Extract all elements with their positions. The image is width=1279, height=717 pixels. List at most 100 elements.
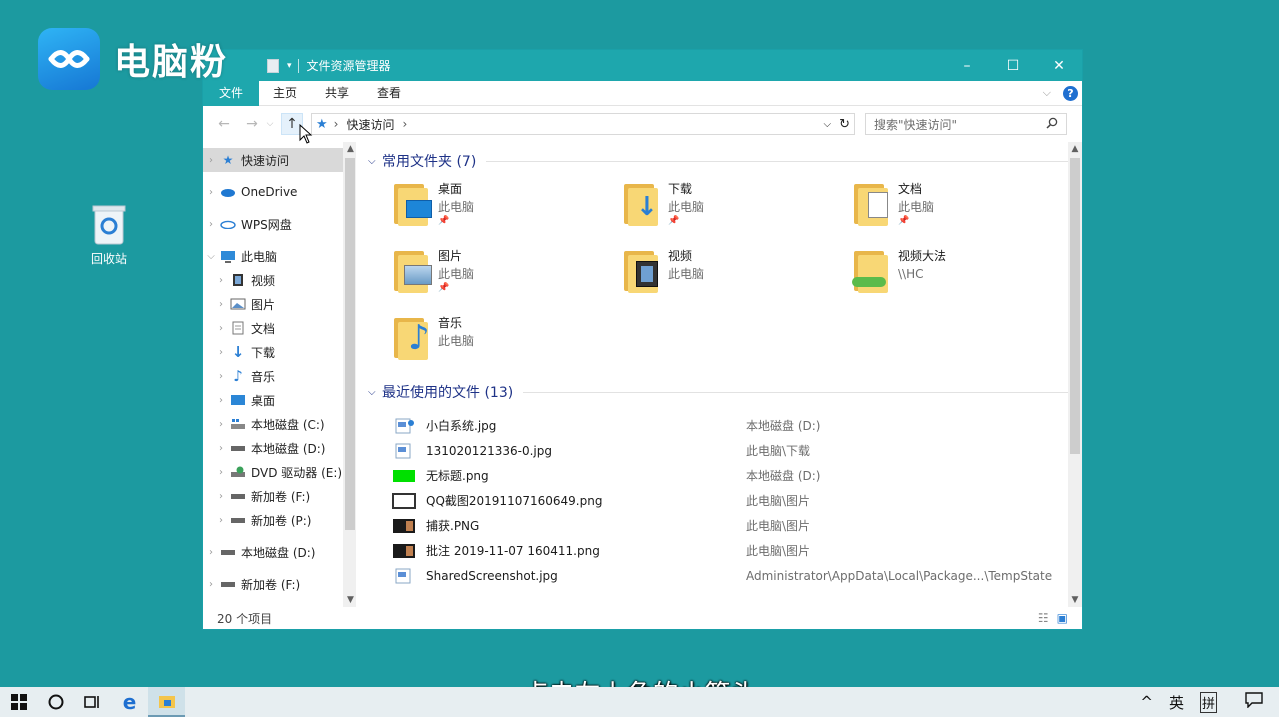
- pin-icon: 📌: [898, 216, 910, 226]
- drive-icon: [229, 489, 247, 503]
- recent-files-header[interactable]: ⌵ 最近使用的文件 (13): [368, 381, 1082, 403]
- task-view-button[interactable]: [74, 687, 111, 717]
- sidebar-item-pictures[interactable]: › 图片: [203, 292, 343, 316]
- recent-file-row[interactable]: 131020121336-0.jpg 此电脑\下载: [392, 438, 1082, 463]
- search-icon[interactable]: [1046, 117, 1058, 132]
- recycle-bin-shortcut[interactable]: 回收站: [80, 202, 138, 267]
- sidebar-scrollbar[interactable]: ▲ ▼: [343, 142, 356, 607]
- collapse-chevron-icon[interactable]: ⌵: [368, 387, 382, 398]
- address-separator-trailing[interactable]: ›: [402, 117, 407, 131]
- scroll-down-icon[interactable]: ▼: [1068, 595, 1082, 605]
- jpg-file-icon: [392, 443, 416, 459]
- green-image-thumb: [392, 468, 416, 484]
- drive-c-icon: [229, 417, 247, 431]
- sidebar-scroll-thumb[interactable]: [345, 158, 356, 530]
- tab-share[interactable]: 共享: [311, 81, 363, 106]
- download-folder-icon: ↓: [622, 180, 666, 228]
- customize-toolbar-chevron-icon[interactable]: ▾: [287, 61, 292, 71]
- content-scroll-thumb[interactable]: [1070, 158, 1080, 454]
- sidebar-item-desktop[interactable]: › 桌面: [203, 388, 343, 412]
- address-path[interactable]: 快速访问: [346, 116, 394, 133]
- notification-center-icon[interactable]: [1245, 692, 1263, 712]
- title-bar: ▾ 文件资源管理器 – ☐ ✕: [203, 50, 1082, 81]
- window-controls: – ☐ ✕: [944, 50, 1082, 81]
- scroll-up-icon[interactable]: ▲: [1068, 144, 1082, 154]
- search-button[interactable]: [37, 687, 74, 717]
- maximize-button[interactable]: ☐: [990, 50, 1036, 81]
- large-icons-view-icon[interactable]: ▣: [1057, 611, 1068, 625]
- details-view-icon[interactable]: ☷: [1038, 611, 1049, 625]
- video-icon: [229, 273, 247, 287]
- sidebar-item-volume-f-root[interactable]: › 新加卷 (F:): [203, 572, 343, 596]
- search-input[interactable]: 搜索"快速访问": [874, 116, 957, 133]
- sidebar-item-this-pc[interactable]: ⌵ 此电脑: [203, 244, 343, 268]
- sidebar-item-volume-f[interactable]: › 新加卷 (F:): [203, 484, 343, 508]
- edge-browser-button[interactable]: e: [111, 687, 148, 717]
- folder-tile-pictures[interactable]: 图片 此电脑 📌: [392, 247, 622, 314]
- properties-icon[interactable]: [267, 58, 279, 73]
- forward-arrow-icon[interactable]: →: [241, 116, 263, 132]
- recycle-bin-label: 回收站: [90, 252, 127, 266]
- taskbar: e ^ 英 拼: [0, 687, 1279, 717]
- folder-tile-documents[interactable]: 文档 此电脑 📌: [852, 180, 1082, 247]
- start-button[interactable]: [0, 687, 37, 717]
- expand-ribbon-chevron-icon[interactable]: ⌵: [1043, 86, 1051, 100]
- window-title: 文件资源管理器: [306, 59, 391, 73]
- close-button[interactable]: ✕: [1036, 50, 1082, 81]
- collapse-chevron-icon[interactable]: ⌵: [368, 156, 382, 167]
- mouse-cursor-icon: [299, 124, 313, 144]
- desktop-folder-icon: [392, 180, 436, 228]
- recent-file-row[interactable]: 小白系统.jpg 本地磁盘 (D:): [392, 413, 1082, 438]
- sidebar-item-onedrive[interactable]: › OneDrive: [203, 180, 343, 204]
- minimize-button[interactable]: –: [944, 50, 990, 81]
- jpg-file-icon: [392, 418, 416, 434]
- address-bar[interactable]: ★ › 快速访问 › ⌵ ↻: [311, 113, 855, 135]
- file-explorer-taskbar-button[interactable]: [148, 687, 185, 717]
- sidebar-item-wps-drive[interactable]: › WPS网盘: [203, 212, 343, 236]
- sidebar-item-drive-c[interactable]: › 本地磁盘 (C:): [203, 412, 343, 436]
- back-arrow-icon[interactable]: ←: [213, 116, 235, 132]
- document-icon: [229, 321, 247, 335]
- recent-file-row[interactable]: QQ截图20191107160649.png 此电脑\图片: [392, 488, 1082, 513]
- refresh-icon[interactable]: ↻: [839, 117, 850, 132]
- address-history-chevron-icon[interactable]: ⌵: [824, 119, 832, 130]
- recent-file-row[interactable]: 无标题.png 本地磁盘 (D:): [392, 463, 1082, 488]
- sidebar-item-quick-access[interactable]: › ★ 快速访问: [203, 148, 344, 172]
- recent-file-row[interactable]: SharedScreenshot.jpg Administrator\AppDa…: [392, 563, 1082, 588]
- folder-tile-videos[interactable]: 视频 此电脑: [622, 247, 852, 314]
- help-icon[interactable]: ?: [1063, 85, 1078, 101]
- sidebar-item-downloads[interactable]: › ↓ 下载: [203, 340, 343, 364]
- music-icon: ♪: [233, 367, 243, 385]
- tab-view[interactable]: 查看: [363, 81, 415, 106]
- pin-icon: 📌: [668, 216, 680, 226]
- folder-tile-music[interactable]: ♪ 音乐 此电脑: [392, 314, 622, 381]
- picture-icon: [229, 297, 247, 311]
- site-logo: 电脑粉: [38, 28, 228, 90]
- sidebar-item-dvd-e[interactable]: › DVD 驱动器 (E:): [203, 460, 343, 484]
- search-box[interactable]: 搜索"快速访问": [865, 113, 1067, 135]
- frequent-folders-header[interactable]: ⌵ 常用文件夹 (7): [368, 150, 1082, 172]
- music-folder-icon: ♪: [392, 314, 436, 362]
- logo-swirl-icon: [38, 28, 100, 90]
- sidebar-item-volume-p[interactable]: › 新加卷 (P:): [203, 508, 343, 532]
- folder-tile-downloads[interactable]: ↓ 下载 此电脑 📌: [622, 180, 852, 247]
- tab-home[interactable]: 主页: [259, 81, 311, 106]
- recent-file-row[interactable]: 批注 2019-11-07 160411.png 此电脑\图片: [392, 538, 1082, 563]
- sidebar-item-drive-d[interactable]: › 本地磁盘 (D:): [203, 436, 343, 460]
- folder-tile-video-dafa[interactable]: 视频大法 \\HC: [852, 247, 1082, 314]
- sidebar-item-videos[interactable]: › 视频: [203, 268, 343, 292]
- content-scrollbar[interactable]: ▲ ▼: [1068, 142, 1082, 607]
- sidebar-item-documents[interactable]: › 文档: [203, 316, 343, 340]
- folder-tile-desktop[interactable]: 桌面 此电脑 📌: [392, 180, 622, 247]
- sidebar-item-music[interactable]: › ♪ 音乐: [203, 364, 343, 388]
- ime-mode-indicator[interactable]: 拼: [1199, 691, 1217, 713]
- show-hidden-icons-chevron-icon[interactable]: ^: [1140, 693, 1153, 711]
- navigation-bar: ← → ⌵ ↑ ★ › 快速访问 › ⌵ ↻ 搜索"快速访问": [203, 106, 1082, 144]
- content-pane: ⌵ 常用文件夹 (7) 桌面此电脑📌 ↓ 下载此电脑📌 文档此电脑📌: [356, 142, 1082, 607]
- recent-file-row[interactable]: 捕获.PNG 此电脑\图片: [392, 513, 1082, 538]
- recent-locations-chevron-icon[interactable]: ⌵: [263, 119, 277, 129]
- cloud-icon: [219, 185, 237, 199]
- cloud-outline-icon: [219, 217, 237, 231]
- sidebar-item-drive-d-root[interactable]: › 本地磁盘 (D:): [203, 540, 343, 564]
- ime-language-indicator[interactable]: 英: [1169, 692, 1184, 713]
